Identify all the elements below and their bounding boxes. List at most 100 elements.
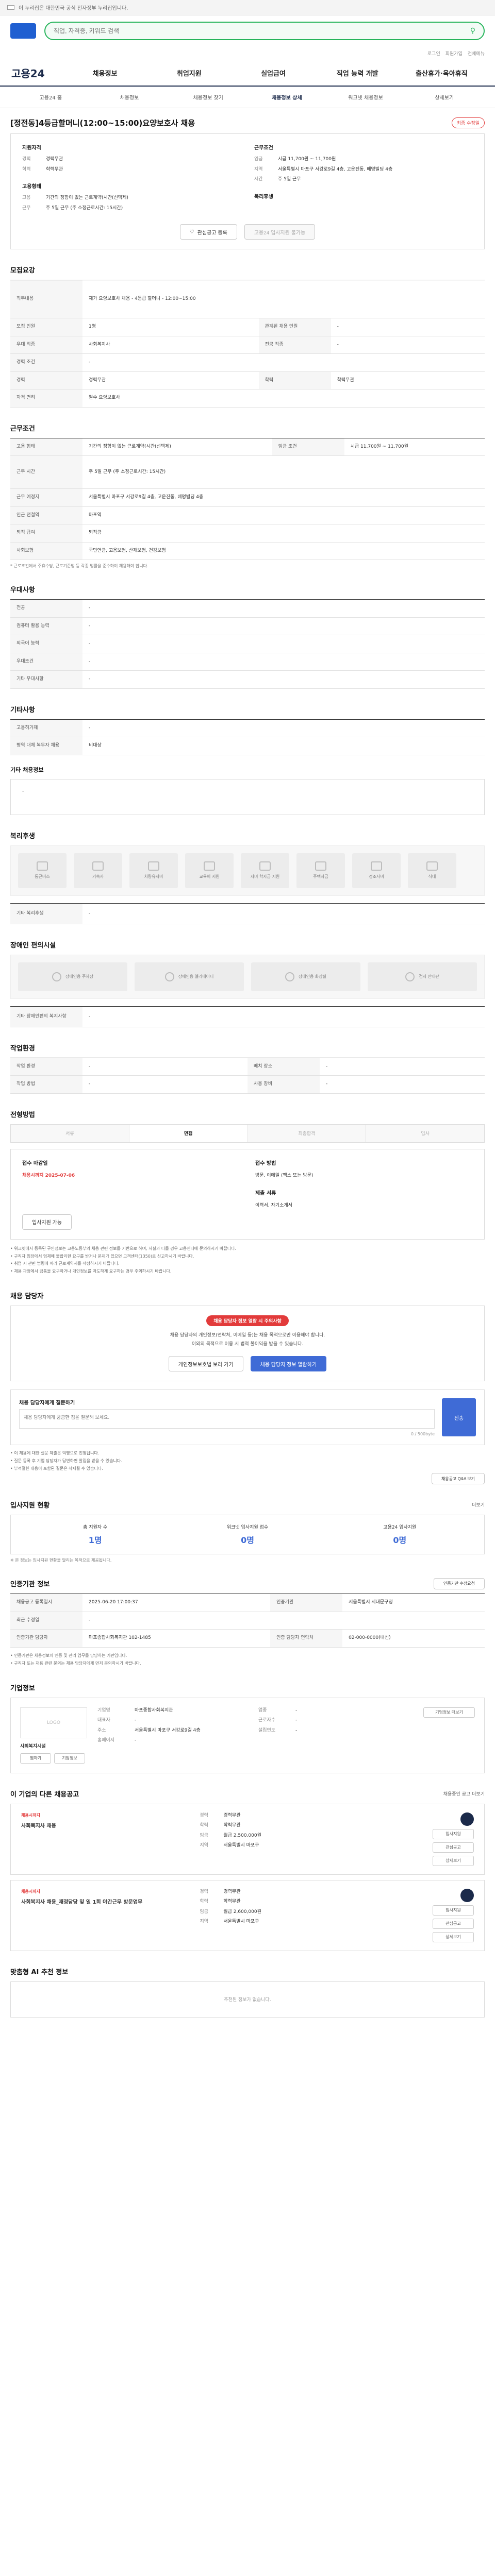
related-detail-button[interactable]: 상세보기: [433, 1931, 474, 1942]
stats-box: 총 지원자 수 1명 워크넷 입사지원 접수 0명 고용24 입사지원 0명: [10, 1515, 485, 1555]
site-logo[interactable]: [10, 23, 36, 39]
join-link[interactable]: 회원가입: [446, 50, 463, 57]
view-contact-button[interactable]: 채용 담당자 정보 열람하기: [250, 1356, 327, 1372]
table-value: -: [82, 353, 485, 372]
subnav-item[interactable]: 워크넷 채용정보: [326, 93, 405, 101]
section-title: 장애인 편의시설: [10, 941, 56, 950]
summary-value: 서울특별시 마포구 서강로9길 4층, 고운진동, 배명빌딩 4층: [278, 166, 393, 172]
facility-tile-label: 점자 안내판: [419, 974, 439, 979]
process-right: 접수 방법 방문, 이메일 (팩스 또는 방문) 제출 서류 이력서, 자기소개…: [255, 1159, 473, 1230]
update-badge: 최종 수정일: [451, 117, 485, 128]
apply-button[interactable]: 입사지원 가능: [22, 1214, 72, 1230]
facility-tile-label: 장애인용 엘리베이터: [178, 974, 214, 979]
info-edit-button[interactable]: 인증기관 수정요청: [433, 1578, 485, 1589]
related-scrap-button[interactable]: 관심공고: [433, 1842, 474, 1853]
table-key: 인증기관: [270, 1594, 343, 1612]
subnav-item[interactable]: 채용정보: [90, 93, 169, 101]
related-header: 이 기업의 다른 채용공고 채용중인 공고 더보기: [10, 1773, 485, 1804]
table-value: 국민연금, 고용보험, 산재보험, 건강보험: [82, 542, 485, 561]
qa-label: 채용 담당자에게 질문하기: [19, 1400, 75, 1406]
table-value: 사회복지사: [82, 336, 259, 354]
gnb-item[interactable]: 채용정보: [63, 68, 147, 78]
summary-key: 학력: [22, 166, 31, 172]
subnav-item-active[interactable]: 채용정보 상세: [248, 93, 326, 101]
table-value: -: [82, 635, 485, 653]
stats-more-link[interactable]: 더보기: [472, 1501, 485, 1508]
privacy-law-button[interactable]: 개인정보보호법 보러 가기: [168, 1356, 243, 1372]
flag-icon: [7, 5, 14, 10]
qa-submit-button[interactable]: 전송: [442, 1398, 476, 1437]
company-value: -: [135, 1718, 137, 1723]
summary-label: 복리후생: [254, 194, 273, 200]
company-info: 기업명 마포종합사회복지관 업종 - 대표자 - 근로자수 - 주소 서울특별시 마포구 서강…: [97, 1707, 413, 1764]
related-key: 학력: [200, 1899, 208, 1905]
gnb-item[interactable]: 직업 능력 개발: [316, 68, 400, 78]
scrap-button[interactable]: ♡ 관심공고 등록: [179, 224, 237, 240]
house-icon: [92, 861, 104, 871]
related-key: 경력: [200, 1812, 208, 1818]
login-link[interactable]: 로그인: [427, 50, 440, 57]
qa-more-button[interactable]: 채용공고 Q&A 보기: [431, 1473, 485, 1485]
table-value: -: [82, 670, 485, 689]
related-value: 학력무관: [223, 1899, 241, 1905]
stat-value: 0명: [241, 1535, 254, 1546]
apply-disabled-button[interactable]: 고용24 입사지원 불가능: [244, 224, 316, 240]
related-more-link[interactable]: 채용중인 공고 더보기: [443, 1790, 485, 1797]
related-scrap-button[interactable]: 관심공고: [433, 1918, 474, 1929]
related-apply-button[interactable]: 입사지원: [433, 1905, 474, 1916]
related-row: 지역 서울특별시 마포구: [200, 1842, 402, 1849]
process-step: 입사: [366, 1124, 484, 1142]
company-more-button[interactable]: 기업정보 더보기: [423, 1707, 475, 1718]
related-value: 경력무관: [223, 1812, 241, 1818]
stat-value: 1명: [88, 1535, 102, 1546]
contact-msg: 이외의 목적으로 이용 시 법적 불이익을 받을 수 있습니다.: [191, 1342, 304, 1347]
welfare-tile: 경조사비: [352, 853, 401, 888]
table-value: 퇴직금: [82, 524, 485, 543]
company-value: 서울특별시 마포구 서강로9길 4층: [135, 1727, 201, 1733]
stats-header: 입사지원 현황 더보기: [10, 1484, 485, 1515]
welfare-tile: 차량유지비: [129, 853, 178, 888]
table-value: -: [82, 1612, 485, 1630]
search-icon[interactable]: ⚲: [470, 27, 475, 35]
job-title-row: [정전동]4등급할머니(12:00~15:00)요양보호사 채용 최종 수정일: [10, 108, 485, 133]
related-name[interactable]: 사회복지사 채용_재정담당 및 일 1회 야간근무 방문업무: [21, 1897, 189, 1905]
related-apply-button[interactable]: 입사지원: [433, 1828, 474, 1839]
table-key: 채용공고 등록일시: [10, 1594, 82, 1612]
related-job[interactable]: 채용시까지 사회복지사 채용 경력 경력무관 학력 학력무관 임금 월급 2,500,…: [10, 1803, 485, 1875]
stats-note: ※ 본 정보는 입사지원 현황을 알리는 목적으로 제공됩니다.: [10, 1558, 112, 1563]
section-title: 복리후생: [10, 832, 35, 840]
related-job[interactable]: 채용시까지 사회복지사 채용_재정담당 및 일 1회 야간근무 방문업무 경력 경…: [10, 1879, 485, 1951]
related-detail-button[interactable]: 상세보기: [433, 1855, 474, 1866]
book-icon: [204, 861, 215, 871]
section-subtitle: 기타 채용정보: [10, 766, 44, 773]
table-value: -: [82, 1058, 248, 1076]
gnb-item[interactable]: 출산휴가·육아휴직: [400, 68, 484, 78]
search-input[interactable]: [54, 24, 465, 38]
subnav-item[interactable]: 상세보기: [405, 93, 484, 101]
sitemap-link[interactable]: 전체메뉴: [468, 50, 485, 57]
table-value: -: [82, 617, 485, 636]
company-like-button[interactable]: 찜하기: [20, 1753, 51, 1764]
gnb-home[interactable]: 고용24: [11, 65, 63, 80]
table-row: 근무 시간 주 5일 근무 (주 소정근로시간: 15시간): [10, 455, 485, 489]
summary-key: 임금: [254, 157, 263, 162]
subnav-item[interactable]: 고용24 홈: [11, 93, 90, 101]
related-job-actions: 입사지원 관심공고 상세보기: [412, 1812, 474, 1866]
subnav-item[interactable]: 채용정보 찾기: [169, 93, 248, 101]
related-name[interactable]: 사회복지사 채용: [21, 1821, 189, 1829]
process-left: 접수 마감일 채용시까지 2025-07-06 입사지원 가능: [22, 1159, 240, 1230]
table-row: 외국어 능력 -: [10, 635, 485, 653]
table-key: 인증기관 담당자: [10, 1629, 82, 1648]
table-key: 직무내용: [10, 280, 82, 319]
stat-label: 워크넷 입사지원 접수: [226, 1525, 269, 1531]
list-item: • 이 채용에 대한 질문 제출은 익명으로 진행됩니다.: [10, 1451, 100, 1456]
company-info-button[interactable]: 기업정보: [54, 1753, 85, 1764]
related-row: 경력 경력무관: [200, 1812, 402, 1819]
prefer-table: 전공 - 컴퓨터 활용 능력 - 외국어 능력 - 우대조건 - 기타 우대사항 -: [10, 599, 485, 689]
qa-textarea[interactable]: [19, 1409, 435, 1429]
gnb-item[interactable]: 실업급여: [231, 68, 315, 78]
section-title: 입사지원 현황: [10, 1502, 50, 1510]
summary-right: 근무조건 임금 시급 11,700원 ~ 11,700원 지역 서울특별시 마포구 …: [254, 143, 473, 215]
gnb-item[interactable]: 취업지원: [147, 68, 231, 78]
summary-value: 학력무관: [46, 166, 63, 172]
